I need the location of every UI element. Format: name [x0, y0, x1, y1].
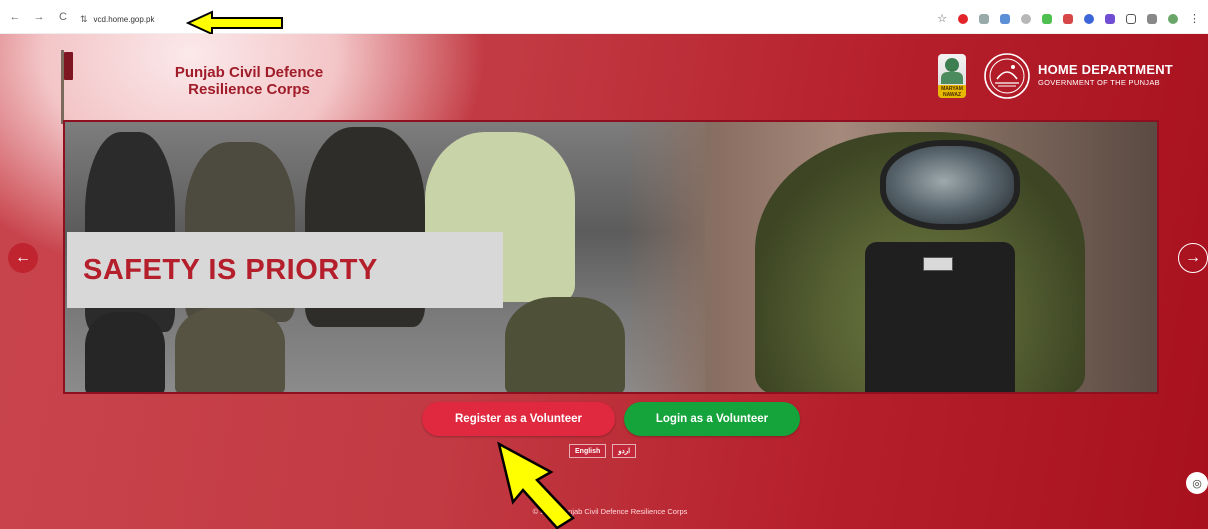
hero-carousel-slide: SAFETY IS PRIORTY: [63, 120, 1159, 394]
officer-figure-3: [85, 312, 165, 392]
slogan-banner: SAFETY IS PRIORTY: [67, 232, 503, 308]
language-switcher: English اردو: [569, 444, 637, 458]
website-page: Punjab Civil Defence Resilience Corps MA…: [0, 34, 1208, 529]
portrait-head: [945, 58, 959, 72]
header-left: Punjab Civil Defence Resilience Corps: [56, 42, 356, 124]
site-settings-icon[interactable]: ⇅: [80, 14, 88, 25]
screen-extension-icon[interactable]: [1000, 13, 1010, 24]
leaf-extension-icon[interactable]: [1042, 13, 1052, 24]
department-name: HOME DEPARTMENT GOVERNMENT OF THE PUNJAB: [1038, 62, 1173, 87]
slogan-text: SAFETY IS PRIORTY: [83, 253, 378, 286]
department-subtitle: GOVERNMENT OF THE PUNJAB: [1038, 78, 1160, 87]
globe-extension-icon[interactable]: [1021, 13, 1031, 24]
browser-menu-icon[interactable]: ⋮: [1189, 12, 1200, 25]
puzzle-red-extension-icon[interactable]: [1063, 13, 1073, 24]
register-volunteer-button[interactable]: Register as a Volunteer: [422, 402, 615, 436]
header-right: MARYAM NAWAZ HOME DEPARTMENT GOVERNMENT …: [938, 48, 1208, 106]
punjab-seal-logo: [984, 53, 1030, 99]
back-icon[interactable]: ←: [8, 11, 22, 23]
portrait-name-tag: MARYAM NAWAZ: [938, 85, 966, 98]
accessibility-icon[interactable]: ◎: [1186, 472, 1208, 494]
opera-extension-icon[interactable]: [958, 13, 968, 24]
url-text[interactable]: vcd.home.gop.pk: [94, 15, 155, 24]
leader-portrait: MARYAM NAWAZ: [938, 54, 966, 98]
vest-badge: [923, 257, 953, 271]
brand-line-2: Resilience Corps: [188, 81, 310, 98]
profile-avatar-icon[interactable]: [1168, 13, 1178, 24]
brand-title[interactable]: Punjab Civil Defence Resilience Corps: [144, 64, 354, 98]
language-urdu-button[interactable]: اردو: [612, 444, 637, 458]
purple-extension-icon[interactable]: [1105, 13, 1115, 24]
brand-line-1: Punjab Civil Defence: [174, 64, 324, 81]
portrait-body: [941, 72, 963, 84]
extensions-area: ☆ ⋮: [937, 12, 1200, 25]
extensions-puzzle-icon[interactable]: [1126, 13, 1136, 24]
bomb-suit-figure-3: [505, 297, 625, 392]
blue-circle-extension-icon[interactable]: [1084, 13, 1094, 24]
reading-list-icon[interactable]: [1147, 13, 1157, 24]
forward-icon[interactable]: →: [32, 11, 46, 23]
reload-icon[interactable]: C: [56, 11, 70, 23]
bookmark-star-icon[interactable]: ☆: [937, 12, 947, 25]
bomb-suit-figure-2: [175, 307, 285, 392]
annotation-arrow-url: [186, 10, 283, 36]
login-volunteer-button[interactable]: Login as a Volunteer: [624, 402, 800, 436]
annotation-arrow-register: [497, 441, 575, 529]
flag-icon: [64, 52, 73, 80]
carousel-prev-button[interactable]: ←: [8, 243, 38, 273]
carousel-next-button[interactable]: →: [1178, 243, 1208, 273]
helmet-visor: [880, 140, 1020, 230]
camera-extension-icon[interactable]: [979, 13, 989, 24]
department-title: HOME DEPARTMENT: [1038, 62, 1173, 77]
